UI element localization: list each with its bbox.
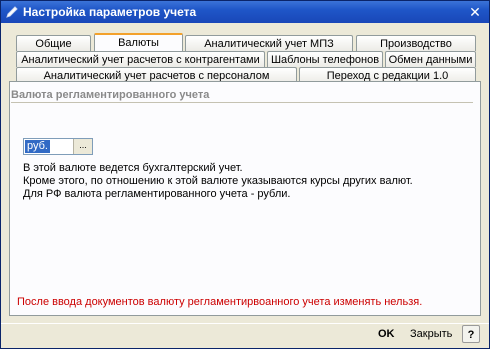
tab-currencies[interactable]: Валюты <box>94 33 183 51</box>
window-title: Настройка параметров учета <box>23 5 197 19</box>
group-divider <box>11 102 473 103</box>
settings-window: Настройка параметров учета ✕ Общие Валют… <box>0 0 490 349</box>
info-line-2: Кроме этого, по отношению к этой валюте … <box>23 175 413 187</box>
close-window-button[interactable]: ✕ <box>467 4 483 20</box>
info-line-1: В этой валюте ведется бухгалтерский учет… <box>23 162 243 174</box>
info-line-3: Для РФ валюта регламентированного учета … <box>23 188 291 200</box>
tab-production[interactable]: Производство <box>356 35 476 51</box>
tab-counterparty-accounting[interactable]: Аналитический учет расчетов с контрагент… <box>16 51 265 67</box>
warning-text: После ввода документов валюту регламенти… <box>17 296 423 308</box>
currency-select-button[interactable]: ... <box>73 139 92 154</box>
tab-phone-templates[interactable]: Шаблоны телефонов <box>267 51 383 67</box>
tab-general[interactable]: Общие <box>16 35 91 51</box>
title-bar[interactable]: Настройка параметров учета ✕ <box>1 1 489 23</box>
help-button[interactable]: ? <box>462 325 480 343</box>
tab-inventory-accounting[interactable]: Аналитический учет МПЗ <box>185 35 353 51</box>
tab-data-exchange[interactable]: Обмен данными <box>385 51 476 67</box>
close-button[interactable]: Закрыть <box>410 328 452 340</box>
ok-button[interactable]: OK <box>378 328 395 340</box>
currency-field[interactable]: руб. ... <box>23 138 93 155</box>
currency-value[interactable]: руб. <box>25 140 50 153</box>
group-title: Валюта регламентированного учета <box>11 89 210 101</box>
pencil-icon <box>6 6 18 18</box>
